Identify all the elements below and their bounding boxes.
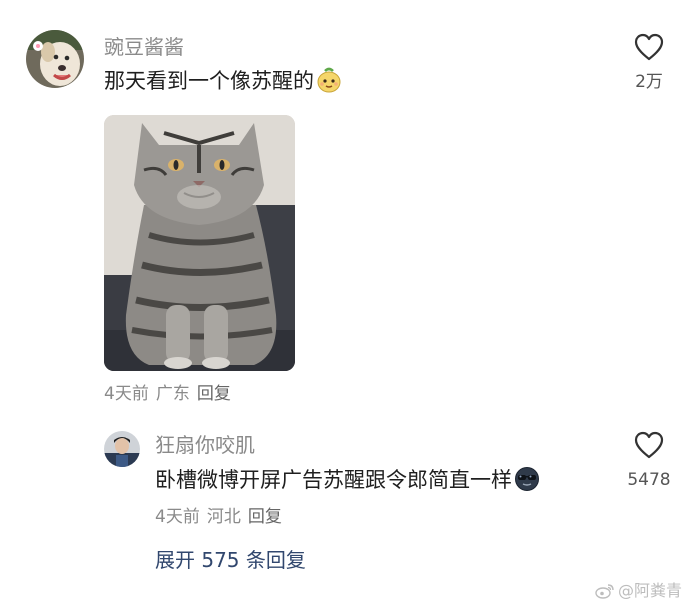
- comment-time: 4天前: [104, 384, 149, 404]
- comment-thread: 豌豆酱酱 那天看到一个像苏醒的 2万 4天前 广东 回复 狂扇你咬肌 卧槽微博开…: [0, 0, 690, 606]
- avatar[interactable]: [26, 30, 84, 88]
- comment-text: 那天看到一个像苏醒的: [104, 67, 342, 100]
- watermark-text: @阿粪青: [617, 581, 682, 600]
- person-avatar-image: [104, 431, 140, 467]
- face-emoji-icon: [316, 67, 342, 100]
- weibo-logo-icon: [595, 583, 615, 604]
- comment-location: 广东: [155, 384, 190, 404]
- comment-image[interactable]: [104, 115, 295, 371]
- watermark: @阿粪青: [595, 581, 682, 604]
- comment-location: 河北: [206, 507, 241, 527]
- comment-username[interactable]: 狂扇你咬肌: [155, 433, 255, 457]
- heart-outline-icon[interactable]: [634, 431, 664, 459]
- reply-button[interactable]: 回复: [248, 507, 282, 527]
- expand-replies-link[interactable]: 展开 575 条回复: [155, 547, 306, 573]
- comment-username[interactable]: 豌豆酱酱: [104, 35, 184, 59]
- comment-text-body: 那天看到一个像苏醒的: [104, 69, 314, 93]
- avatar[interactable]: [104, 431, 140, 467]
- cat-photo: [104, 115, 295, 371]
- dog-avatar-image: [26, 30, 84, 88]
- heart-outline-icon[interactable]: [634, 33, 664, 61]
- like-count: 2万: [635, 72, 663, 92]
- like-count: 5478: [627, 470, 671, 490]
- reply-button[interactable]: 回复: [197, 384, 231, 404]
- comment-meta: 4天前 河北 回复: [155, 506, 289, 528]
- comment-meta: 4天前 广东 回复: [104, 383, 238, 405]
- sunglasses-emoji-icon: [514, 466, 540, 499]
- comment-text-body: 卧槽微博开屏广告苏醒跟令郎简直一样: [155, 468, 512, 492]
- comment-time: 4天前: [155, 507, 200, 527]
- comment-text: 卧槽微博开屏广告苏醒跟令郎简直一样: [155, 466, 540, 499]
